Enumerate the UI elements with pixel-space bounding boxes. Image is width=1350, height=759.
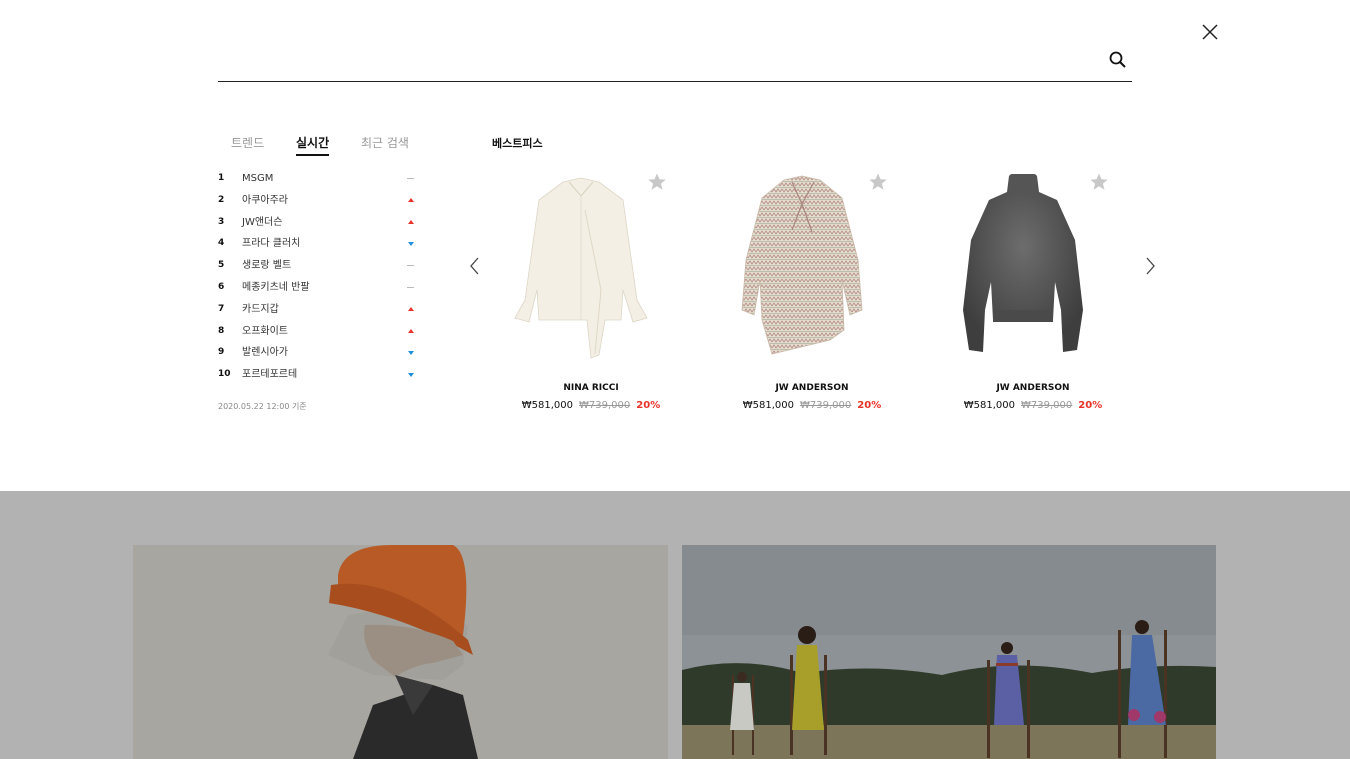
triangle-down-icon — [408, 373, 414, 378]
triangle-up-icon — [408, 306, 414, 311]
star-icon[interactable] — [868, 172, 888, 192]
product-discount: 20% — [636, 400, 661, 411]
product-original-price: ₩739,000 — [579, 400, 631, 411]
ranking-item[interactable]: 10 포르테포르테 — [218, 364, 418, 386]
dash-icon — [407, 286, 414, 288]
search-input[interactable] — [218, 44, 1098, 80]
ranking-keyword[interactable]: JW앤더슨 — [242, 212, 282, 234]
tab-realtime[interactable]: 실시간 — [296, 134, 330, 156]
ranking-number: 10 — [218, 369, 231, 380]
ranking-item[interactable]: 4 프라다 클러치 — [218, 233, 418, 255]
product-price-row: ₩581,000 ₩739,000 20% — [501, 400, 681, 411]
ranking-item[interactable]: 2 아쿠아주라 — [218, 190, 418, 212]
trend-down-icon — [406, 233, 416, 255]
banner-image-field-models[interactable] — [682, 545, 1216, 759]
search-icon[interactable] — [1108, 50, 1128, 70]
product-card[interactable]: NINA RICCI ₩581,000 ₩739,000 20% — [501, 170, 681, 420]
trend-up-icon — [406, 299, 416, 321]
triangle-down-icon — [408, 351, 414, 356]
ranking-keyword[interactable]: MSGM — [242, 168, 273, 190]
ranking-item[interactable]: 3 JW앤더슨 — [218, 212, 418, 234]
ranking-item[interactable]: 5 생로랑 벨트 — [218, 255, 418, 277]
trend-same-icon — [406, 168, 416, 190]
product-brand: JW ANDERSON — [996, 383, 1070, 393]
banner-image-orange-hat[interactable] — [133, 545, 668, 759]
trend-down-icon — [406, 364, 416, 386]
close-icon[interactable] — [1199, 21, 1221, 43]
ranking-number: 6 — [218, 281, 225, 292]
search-bar — [218, 44, 1132, 82]
tab-recent-search[interactable]: 최근 검색 — [361, 134, 409, 151]
triangle-up-icon — [408, 219, 414, 224]
search-panel: 트렌드 실시간 최근 검색 1 MSGM 2 아쿠아주라 3 JW앤더슨 4 프라다 클러치 5… — [0, 0, 1350, 491]
ranking-number: 3 — [218, 216, 225, 227]
realtime-ranking-list: 1 MSGM 2 아쿠아주라 3 JW앤더슨 4 프라다 클러치 5 생로랑 벨트 6 메종키츠네 반… — [218, 168, 418, 386]
product-image-grey-sweater[interactable] — [953, 170, 1093, 360]
ranking-keyword[interactable]: 메종키츠네 반팔 — [242, 277, 310, 299]
product-price: ₩581,000 — [521, 400, 574, 411]
ranking-number: 8 — [218, 325, 225, 336]
trend-up-icon — [406, 321, 416, 343]
best-pieces-title: 베스트피스 — [492, 137, 543, 150]
product-original-price: ₩739,000 — [800, 400, 852, 411]
trend-same-icon — [406, 277, 416, 299]
trend-up-icon — [406, 190, 416, 212]
product-card[interactable]: JW ANDERSON ₩581,000 ₩739,000 20% — [722, 170, 902, 420]
chevron-left-icon[interactable] — [467, 254, 483, 278]
chevron-right-icon[interactable] — [1142, 254, 1158, 278]
ranking-keyword[interactable]: 생로랑 벨트 — [242, 255, 291, 277]
ranking-keyword[interactable]: 오프화이트 — [242, 321, 288, 343]
product-discount: 20% — [1078, 400, 1103, 411]
product-price: ₩581,000 — [742, 400, 795, 411]
product-discount: 20% — [857, 400, 882, 411]
dash-icon — [407, 178, 414, 179]
ranking-number: 7 — [218, 303, 225, 314]
ranking-number: 4 — [218, 238, 225, 249]
star-icon[interactable] — [647, 172, 667, 192]
triangle-up-icon — [408, 197, 414, 202]
trend-up-icon — [406, 212, 416, 234]
ranking-number: 5 — [218, 260, 225, 271]
trend-down-icon — [406, 342, 416, 364]
product-brand: NINA RICCI — [563, 383, 619, 393]
ranking-keyword[interactable]: 카드지갑 — [242, 299, 279, 321]
product-original-price: ₩739,000 — [1021, 400, 1073, 411]
product-price-row: ₩581,000 ₩739,000 20% — [722, 400, 902, 411]
product-brand: JW ANDERSON — [775, 383, 849, 393]
trend-same-icon — [406, 255, 416, 277]
dash-icon — [407, 265, 414, 267]
ranking-keyword[interactable]: 포르테포르테 — [242, 364, 297, 386]
ranking-timestamp: 2020.05.22 12:00 기준 — [218, 402, 307, 411]
tab-trend[interactable]: 트렌드 — [231, 134, 264, 151]
product-card[interactable]: JW ANDERSON ₩581,000 ₩739,000 20% — [943, 170, 1123, 420]
triangle-up-icon — [408, 328, 414, 333]
ranking-item[interactable]: 1 MSGM — [218, 168, 418, 190]
triangle-down-icon — [408, 242, 414, 247]
ranking-item[interactable]: 6 메종키츠네 반팔 — [218, 277, 418, 299]
product-image-printed-blouse[interactable] — [732, 170, 872, 360]
ranking-item[interactable]: 7 카드지갑 — [218, 299, 418, 321]
ranking-keyword[interactable]: 아쿠아주라 — [242, 190, 288, 212]
product-price: ₩581,000 — [963, 400, 1016, 411]
star-icon[interactable] — [1089, 172, 1109, 192]
product-price-row: ₩581,000 ₩739,000 20% — [943, 400, 1123, 411]
ranking-number: 1 — [218, 173, 225, 183]
ranking-number: 9 — [218, 347, 225, 358]
ranking-item[interactable]: 9 발렌시아가 — [218, 342, 418, 364]
ranking-keyword[interactable]: 발렌시아가 — [242, 342, 288, 364]
ranking-keyword[interactable]: 프라다 클러치 — [242, 233, 300, 255]
ranking-item[interactable]: 8 오프화이트 — [218, 321, 418, 343]
ranking-number: 2 — [218, 194, 225, 205]
product-image-ivory-blouse[interactable] — [511, 170, 651, 360]
